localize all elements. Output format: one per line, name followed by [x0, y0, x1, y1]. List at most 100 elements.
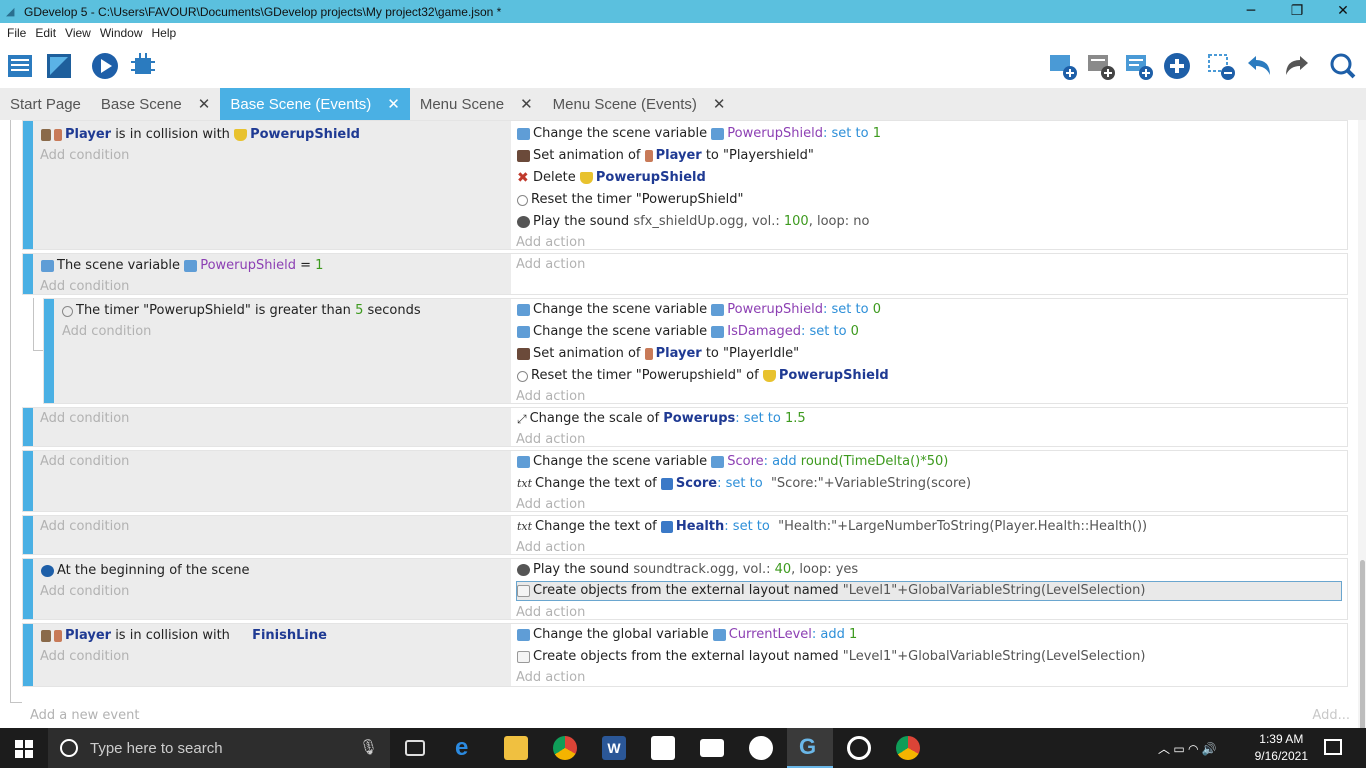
- action-row[interactable]: Play the sound sfx_shieldUp.ogg, vol.: 1…: [517, 211, 869, 233]
- add-action-link[interactable]: Add action: [516, 537, 585, 559]
- action-row[interactable]: Play the sound soundtrack.ogg, vol.: 40,…: [517, 559, 858, 581]
- condition-row[interactable]: The timer "PowerupShield" is greater tha…: [62, 300, 421, 322]
- obs-icon[interactable]: [847, 736, 871, 760]
- add-condition-link[interactable]: Add condition: [40, 451, 129, 473]
- action-row[interactable]: Set animation of Player to "Playershield…: [517, 145, 814, 167]
- add-action-link[interactable]: Add action: [516, 254, 585, 276]
- event-block[interactable]: Player is in collision with PowerupShiel…: [22, 120, 1348, 250]
- condition-row[interactable]: At the beginning of the scene: [41, 560, 249, 582]
- app-icon[interactable]: [749, 736, 773, 760]
- undo-icon[interactable]: [1244, 51, 1274, 81]
- add-condition-link[interactable]: Add condition: [40, 581, 129, 603]
- action-row[interactable]: txt Change the text of Score: set to "Sco…: [517, 473, 971, 495]
- add-subevent-icon[interactable]: [1086, 51, 1116, 81]
- add-comment-icon[interactable]: [1124, 51, 1154, 81]
- action-row[interactable]: Change the scene variable IsDamaged: set…: [517, 321, 859, 343]
- add-action-link[interactable]: Add action: [516, 494, 585, 516]
- mail-icon[interactable]: [700, 739, 724, 757]
- event-handle[interactable]: [23, 516, 33, 554]
- sub-event-block[interactable]: The timer "PowerupShield" is greater tha…: [43, 298, 1348, 404]
- microphone-icon[interactable]: 🎙: [359, 738, 378, 756]
- event-handle[interactable]: [23, 451, 33, 511]
- add-condition-link[interactable]: Add condition: [62, 321, 151, 343]
- add-condition-link[interactable]: Add condition: [40, 408, 129, 430]
- add-event-icon[interactable]: [1048, 51, 1078, 81]
- task-view-icon[interactable]: [405, 740, 425, 756]
- restore-button[interactable]: ❐: [1274, 0, 1320, 23]
- event-handle[interactable]: [44, 299, 54, 403]
- close-tab-icon[interactable]: ✕: [520, 95, 533, 113]
- event-block[interactable]: Add condition ⤢ Change the scale of Power…: [22, 407, 1348, 447]
- event-block[interactable]: Add condition txt Change the text of Heal…: [22, 515, 1348, 555]
- condition-row[interactable]: The scene variable PowerupShield = 1: [41, 255, 323, 277]
- search-icon[interactable]: [1328, 51, 1358, 81]
- add-condition-link[interactable]: Add condition: [40, 145, 129, 167]
- event-handle[interactable]: [23, 624, 33, 686]
- scene-editor-icon[interactable]: [44, 51, 74, 81]
- close-window-button[interactable]: ✕: [1320, 0, 1366, 23]
- action-row[interactable]: Change the scene variable PowerupShield:…: [517, 299, 881, 321]
- action-row[interactable]: ✖ Delete PowerupShield: [517, 167, 706, 189]
- menu-help[interactable]: Help: [152, 26, 177, 40]
- add-action-link[interactable]: Add action: [516, 386, 585, 408]
- tab-menu-scene[interactable]: Menu Scene ✕: [410, 88, 543, 120]
- close-tab-icon[interactable]: ✕: [198, 95, 211, 113]
- action-row[interactable]: Change the scene variable Score: add rou…: [517, 451, 948, 473]
- tray-icons[interactable]: ︿ ▭ ◠ 🔊: [1158, 740, 1217, 757]
- action-row-selected[interactable]: Create objects from the external layout …: [517, 580, 1145, 602]
- redo-icon[interactable]: [1282, 51, 1312, 81]
- store-icon[interactable]: [651, 736, 675, 760]
- condition-row[interactable]: Player is in collision with FinishLine: [41, 625, 327, 647]
- menu-file[interactable]: File: [7, 26, 26, 40]
- taskbar-search-box[interactable]: Type here to search 🎙: [48, 728, 390, 768]
- delete-selected-icon[interactable]: [1206, 51, 1236, 81]
- menu-window[interactable]: Window: [100, 26, 143, 40]
- action-row[interactable]: Change the global variable CurrentLevel:…: [517, 624, 857, 646]
- add-condition-link[interactable]: Add condition: [40, 516, 129, 538]
- word-icon[interactable]: W: [602, 736, 626, 760]
- windows-start-icon[interactable]: [15, 740, 33, 761]
- tab-base-scene[interactable]: Base Scene ✕: [91, 88, 220, 120]
- project-manager-icon[interactable]: [5, 51, 35, 81]
- condition-row[interactable]: Player is in collision with PowerupShiel…: [41, 124, 360, 146]
- action-row[interactable]: txt Change the text of Health: set to "He…: [517, 516, 1147, 538]
- chrome-icon[interactable]: [553, 736, 577, 760]
- add-action-link[interactable]: Add action: [516, 602, 585, 624]
- debugger-icon[interactable]: [128, 51, 158, 81]
- preview-play-icon[interactable]: [90, 51, 120, 81]
- event-block[interactable]: At the beginning of the scene Add condit…: [22, 558, 1348, 620]
- tab-base-scene-events[interactable]: Base Scene (Events) ✕: [220, 88, 410, 120]
- action-row[interactable]: Set animation of Player to "PlayerIdle": [517, 343, 799, 365]
- tab-start-page[interactable]: Start Page: [0, 88, 91, 120]
- close-tab-icon[interactable]: ✕: [387, 95, 400, 113]
- menu-view[interactable]: View: [65, 26, 91, 40]
- event-block[interactable]: Add condition Change the scene variable …: [22, 450, 1348, 512]
- event-handle[interactable]: [23, 408, 33, 446]
- close-tab-icon[interactable]: ✕: [713, 95, 726, 113]
- action-row[interactable]: ⤢ Change the scale of Powerups: set to 1.…: [517, 408, 806, 430]
- gdevelop-taskbar-button[interactable]: G: [787, 728, 833, 768]
- add-more-icon[interactable]: [1162, 51, 1192, 81]
- edge-browser-icon[interactable]: e: [455, 736, 479, 760]
- action-row[interactable]: Create objects from the external layout …: [517, 646, 1145, 668]
- vertical-scrollbar[interactable]: [1358, 120, 1366, 730]
- file-explorer-icon[interactable]: [504, 736, 528, 760]
- event-block[interactable]: The scene variable PowerupShield = 1 Add…: [22, 253, 1348, 295]
- event-handle[interactable]: [23, 559, 33, 619]
- chrome-icon[interactable]: [896, 736, 920, 760]
- add-more-link[interactable]: Add...: [1312, 708, 1350, 723]
- scrollbar-thumb[interactable]: [1360, 560, 1365, 730]
- add-action-link[interactable]: Add action: [516, 667, 585, 689]
- action-row[interactable]: Change the scene variable PowerupShield:…: [517, 123, 881, 145]
- taskbar-clock[interactable]: 1:39 AM 9/16/2021: [1255, 731, 1308, 765]
- add-condition-link[interactable]: Add condition: [40, 276, 129, 298]
- event-handle[interactable]: [23, 121, 33, 249]
- action-row[interactable]: Reset the timer "Powerupshield" of Power…: [517, 365, 889, 387]
- minimize-button[interactable]: ─: [1228, 0, 1274, 23]
- action-row[interactable]: Reset the timer "PowerupShield": [517, 189, 743, 211]
- add-condition-link[interactable]: Add condition: [40, 646, 129, 668]
- menu-edit[interactable]: Edit: [35, 26, 56, 40]
- tab-menu-scene-events[interactable]: Menu Scene (Events) ✕: [543, 88, 736, 120]
- event-block[interactable]: Player is in collision with FinishLine A…: [22, 623, 1348, 687]
- add-action-link[interactable]: Add action: [516, 429, 585, 451]
